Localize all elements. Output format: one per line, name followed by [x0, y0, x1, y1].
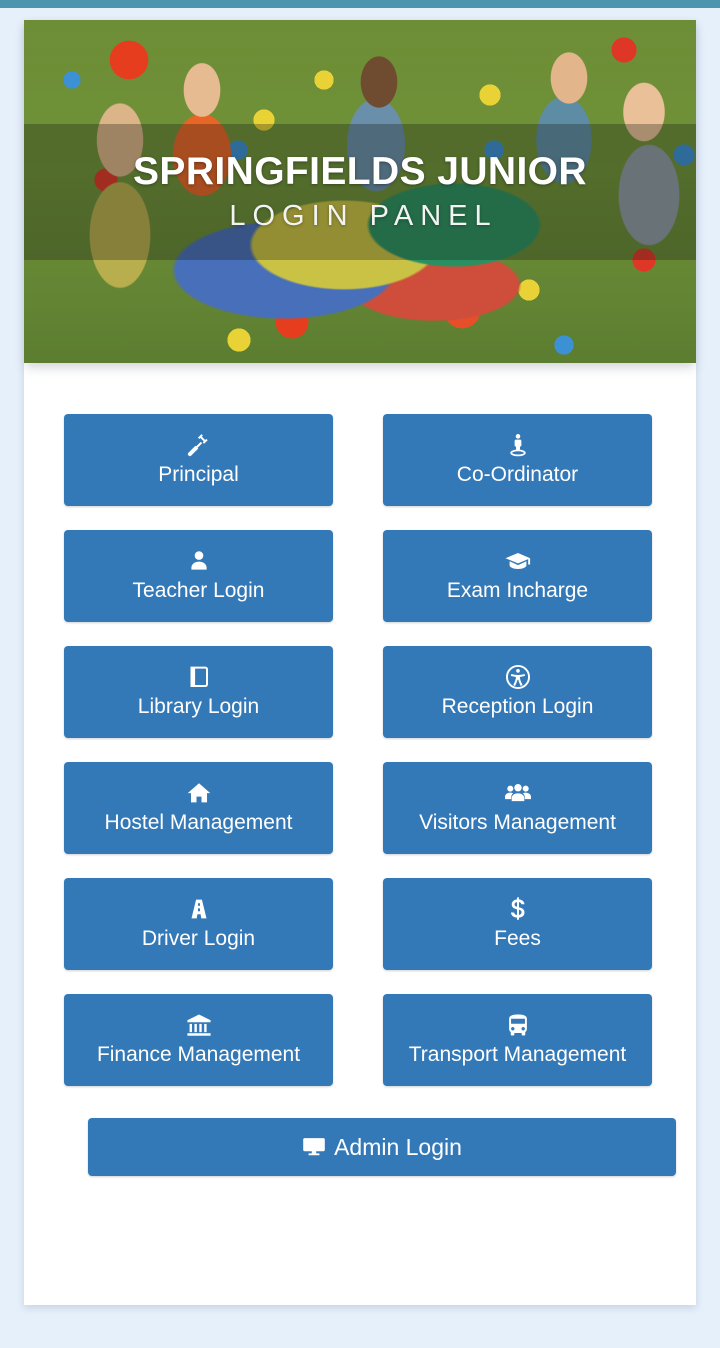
login-button-label: Library Login [137, 695, 260, 718]
login-panel-card: SPRINGFIELDS JUNIOR LOGIN PANEL Principa… [24, 20, 696, 1305]
login-button-finance-management[interactable]: Finance Management [64, 994, 333, 1086]
book-icon [187, 664, 211, 690]
login-button-label: Visitors Management [419, 811, 616, 834]
login-button-hostel-management[interactable]: Hostel Management [64, 762, 333, 854]
login-button-reception[interactable]: Reception Login [383, 646, 652, 738]
login-button-grid: Principal Co-Ordinator Teacher Login Exa… [64, 414, 652, 1086]
login-button-label: Finance Management [96, 1043, 301, 1066]
login-button-label: Principal [158, 463, 239, 486]
page-background: SPRINGFIELDS JUNIOR LOGIN PANEL Principa… [0, 8, 720, 1348]
home-icon [186, 780, 212, 806]
graduation-cap-icon [504, 548, 532, 574]
users-group-icon [503, 780, 533, 806]
universal-access-icon [505, 664, 531, 690]
dollar-sign-icon [509, 896, 527, 922]
page-subtitle: LOGIN PANEL [229, 200, 498, 232]
desktop-monitor-icon [302, 1135, 326, 1159]
login-button-transport-management[interactable]: Transport Management [383, 994, 652, 1086]
top-accent-bar [0, 0, 720, 8]
login-button-library[interactable]: Library Login [64, 646, 333, 738]
login-button-co-ordinator[interactable]: Co-Ordinator [383, 414, 652, 506]
hero-text-block: SPRINGFIELDS JUNIOR LOGIN PANEL [24, 124, 696, 260]
login-button-label: Fees [494, 927, 541, 950]
user-icon [187, 548, 211, 574]
login-button-label: Reception Login [441, 695, 594, 718]
login-button-label: Driver Login [141, 927, 256, 950]
person-podium-icon [505, 432, 531, 458]
login-button-principal[interactable]: Principal [64, 414, 333, 506]
login-button-label: Co-Ordinator [456, 463, 579, 486]
page-title: SPRINGFIELDS JUNIOR [133, 150, 587, 193]
login-button-label: Admin Login [334, 1134, 462, 1160]
login-button-label: Hostel Management [104, 811, 293, 834]
login-button-driver[interactable]: Driver Login [64, 878, 333, 970]
road-icon [187, 896, 211, 922]
hero-banner: SPRINGFIELDS JUNIOR LOGIN PANEL [24, 20, 696, 363]
login-button-exam-incharge[interactable]: Exam Incharge [383, 530, 652, 622]
login-button-label: Exam Incharge [446, 579, 589, 602]
login-button-visitors-management[interactable]: Visitors Management [383, 762, 652, 854]
bank-icon [186, 1012, 212, 1038]
login-button-label: Transport Management [408, 1043, 627, 1066]
login-button-label: Teacher Login [132, 579, 265, 602]
login-button-teacher[interactable]: Teacher Login [64, 530, 333, 622]
login-button-admin[interactable]: Admin Login [88, 1118, 676, 1176]
gavel-icon [186, 432, 212, 458]
login-button-fees[interactable]: Fees [383, 878, 652, 970]
bus-icon [505, 1012, 531, 1038]
